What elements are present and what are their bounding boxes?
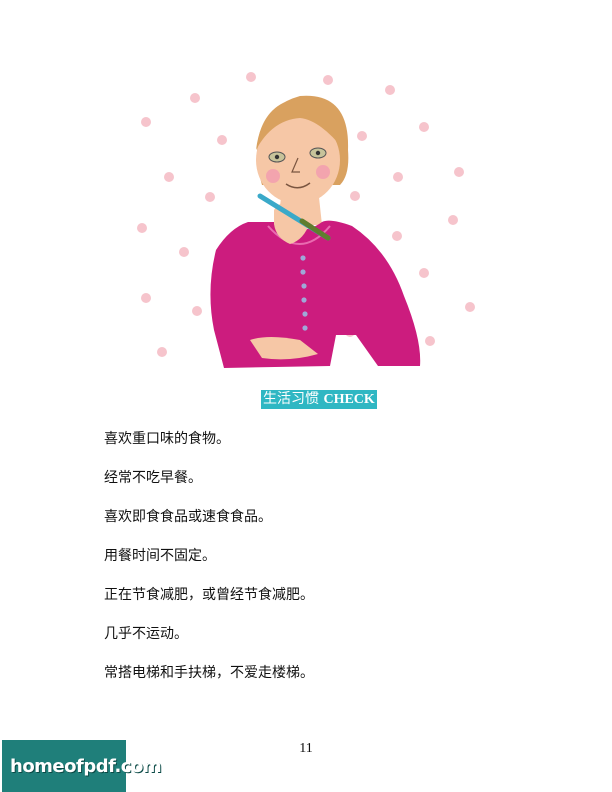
section-heading-cn: 生活习惯 xyxy=(263,391,319,407)
watermark-logo[interactable]: homeofpdf.com xyxy=(2,740,162,792)
woman-thinking-illustration xyxy=(137,72,475,368)
section-heading: 生活习惯 CHECK xyxy=(261,390,377,409)
checklist-item: 常搭电梯和手扶梯，不爱走楼梯。 xyxy=(104,665,314,681)
checklist-item: 喜欢重口味的食物。 xyxy=(104,431,230,447)
sweater xyxy=(210,220,421,368)
checklist-item: 喜欢即食食品或速食食品。 xyxy=(104,509,272,525)
checklist-item: 用餐时间不固定。 xyxy=(104,548,216,564)
checklist-item: 经常不吃早餐。 xyxy=(104,470,202,486)
section-heading-en: CHECK xyxy=(323,392,375,407)
watermark-text: homeofpdf.com xyxy=(10,756,162,777)
checklist-item: 正在节食减肥，或曾经节食减肥。 xyxy=(104,587,314,603)
checklist-item: 几乎不运动。 xyxy=(104,626,188,642)
